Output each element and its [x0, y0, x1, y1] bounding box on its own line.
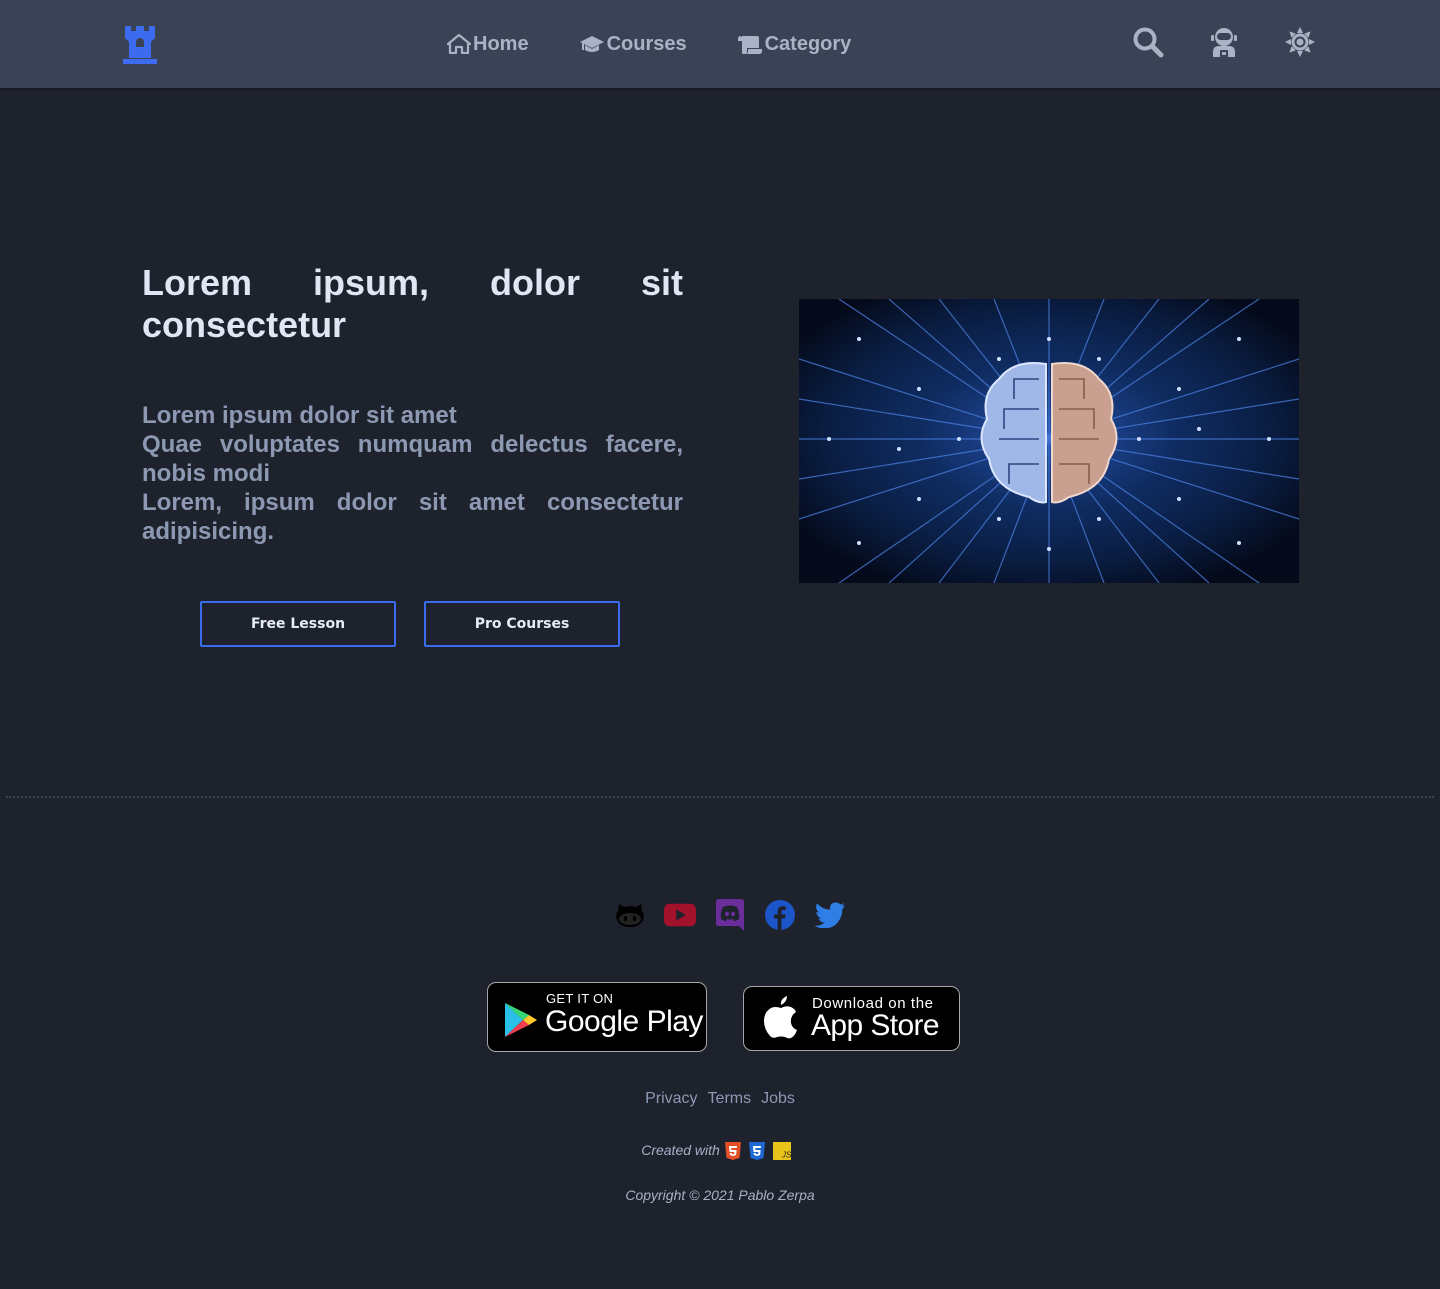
hero-title-word: ipsum,	[313, 262, 430, 303]
sun-icon[interactable]	[1284, 26, 1316, 58]
copyright: Copyright © 2021 Pablo Zerpa	[625, 1187, 815, 1203]
footer-link-privacy[interactable]: Privacy	[645, 1090, 697, 1108]
google-play-small: GET IT ON	[546, 991, 614, 1006]
youtube-icon[interactable]	[664, 898, 696, 932]
hero-line: Lorem, ipsum dolor sit amet consectetur …	[142, 489, 683, 545]
github-icon[interactable]	[614, 898, 646, 932]
search-icon[interactable]	[1132, 26, 1164, 58]
pro-courses-button[interactable]: Pro Courses	[424, 601, 620, 647]
created-with: Created with JS	[0, 1140, 1440, 1160]
app-store-badge[interactable]: Download on the App Store	[743, 986, 960, 1051]
js-icon: JS	[772, 1142, 791, 1160]
google-play-icon	[505, 1003, 537, 1037]
nav-actions	[1132, 26, 1316, 58]
free-lesson-button[interactable]: Free Lesson	[200, 601, 396, 647]
nav-home-label: Home	[473, 32, 529, 55]
hero-line: Lorem ipsum dolor sit amet	[142, 402, 457, 429]
google-play-badge[interactable]: GET IT ON Google Play	[487, 982, 707, 1052]
footer-links: Privacy Terms Jobs	[0, 1090, 1440, 1108]
social-links	[614, 898, 846, 932]
circuit-brain-image	[799, 299, 1299, 583]
app-store-big: App Store	[811, 1009, 940, 1042]
discord-icon[interactable]	[714, 898, 746, 932]
castle-icon[interactable]	[123, 24, 157, 64]
graduation-cap-icon	[579, 36, 604, 52]
css3-icon	[748, 1142, 765, 1160]
footer-link-terms[interactable]: Terms	[708, 1090, 752, 1108]
hero-title-word: dolor	[490, 262, 580, 303]
hero-title-word: Lorem	[142, 262, 253, 303]
scroll-icon	[737, 36, 762, 54]
nav-home[interactable]: Home	[447, 30, 529, 58]
section-divider	[6, 796, 1434, 798]
facebook-icon[interactable]	[764, 898, 796, 932]
home-icon	[447, 34, 471, 54]
apple-icon	[764, 996, 797, 1039]
hero-title-word: sit	[640, 262, 683, 303]
navbar: Home Courses Category	[0, 0, 1440, 88]
nav-category[interactable]: Category	[737, 30, 852, 58]
js-label: JS	[781, 1151, 791, 1160]
nav-category-label: Category	[764, 32, 852, 55]
html5-icon	[724, 1142, 741, 1160]
twitter-icon[interactable]	[814, 898, 846, 932]
footer-link-jobs[interactable]: Jobs	[761, 1090, 795, 1108]
nav-courses-label: Courses	[606, 32, 687, 55]
user-astronaut-icon[interactable]	[1208, 26, 1240, 58]
created-with-label: Created with	[641, 1142, 720, 1158]
hero-title-line2: consectetur	[142, 304, 347, 345]
nav-courses[interactable]: Courses	[579, 30, 687, 58]
hero-line: Quae voluptates numquam delectus facere,…	[142, 431, 683, 487]
google-play-big: Google Play	[545, 1005, 703, 1038]
hero-title: Lorem ipsum, dolor sit consectetur	[142, 262, 683, 346]
hero-description: Lorem ipsum dolor sit amet Quae voluptat…	[142, 401, 683, 546]
main-nav: Home Courses Category	[447, 30, 901, 58]
